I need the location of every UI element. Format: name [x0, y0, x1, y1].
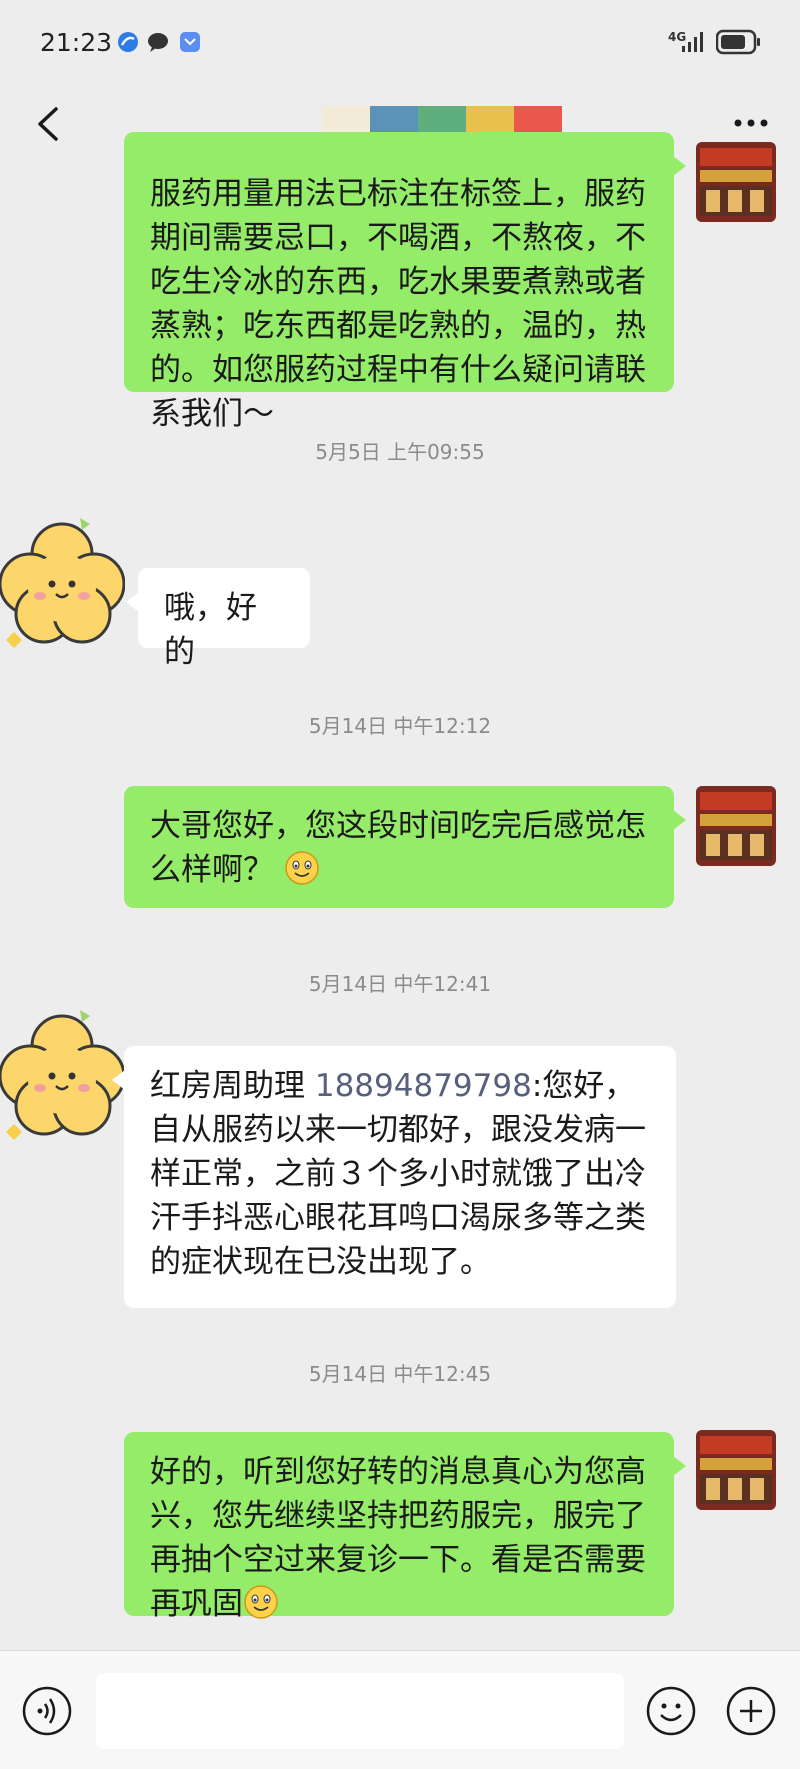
smile-emoji-icon	[244, 1585, 278, 1619]
timestamp: 5月5日 上午09:55	[315, 440, 485, 464]
shop-avatar[interactable]	[696, 142, 776, 222]
plus-icon[interactable]	[725, 1685, 777, 1737]
message-notification-icon	[148, 33, 168, 52]
timestamp: 5月14日 中午12:41	[308, 972, 492, 996]
flower-avatar-image	[0, 1010, 126, 1140]
message-bubble-received[interactable]: 红房周助理 18894879798:您好，自从服药以来一切都好，跟没发病一样正常…	[112, 1046, 676, 1308]
shop-avatar[interactable]	[696, 1430, 776, 1510]
phone-number-link[interactable]: 18894879798	[315, 1068, 532, 1104]
app-notification-icon	[180, 32, 200, 52]
signal-icon	[682, 32, 703, 52]
battery-icon	[716, 29, 760, 55]
message-bubble-sent[interactable]: 好的，听到您好转的消息真心为您高兴，您先继续坚持把药服完，服完了再抽个空过来复诊…	[124, 1432, 686, 1622]
shop-avatar-image	[696, 142, 776, 222]
message-text: 服药用量用法已标注在标签上，服药期间需要忌口，不喝酒，不熬夜，不吃生冷冰的东西，…	[150, 176, 646, 432]
timestamp: 5月14日 中午12:45	[308, 1362, 492, 1386]
emoji-icon[interactable]	[645, 1685, 697, 1737]
message-bubble-received[interactable]: 哦，好的	[126, 568, 310, 670]
flower-avatar-image	[0, 518, 126, 648]
smile-emoji-icon	[285, 851, 319, 885]
message-input-bar	[0, 1650, 800, 1769]
shop-avatar-image	[696, 786, 776, 866]
flower-avatar[interactable]	[0, 1006, 126, 1146]
back-arrow-icon[interactable]	[26, 96, 76, 156]
browser-notification-icon	[118, 32, 138, 52]
message-text: 好的，听到您好转的消息真心为您高兴，您先继续坚持把药服完，服完了再抽个空过来复诊…	[150, 1454, 646, 1622]
status-time: 21:23	[40, 28, 113, 57]
chat-message-list[interactable]: 服药用量用法已标注在标签上，服药期间需要忌口，不喝酒，不熬夜，不吃生冷冰的东西，…	[0, 132, 800, 1650]
message-text-input[interactable]	[96, 1673, 624, 1749]
sender-name: 红房周助理	[150, 1068, 315, 1104]
flower-avatar[interactable]	[0, 514, 126, 654]
message-bubble-sent[interactable]: 大哥您好，您这段时间吃完后感觉怎么样啊？	[124, 786, 686, 908]
shop-avatar-image	[696, 1430, 776, 1510]
message-bubble-sent[interactable]: 服药用量用法已标注在标签上，服药期间需要忌口，不喝酒，不熬夜，不吃生冷冰的东西，…	[124, 132, 686, 432]
shop-avatar[interactable]	[696, 786, 776, 866]
timestamp: 5月14日 中午12:12	[308, 714, 492, 738]
status-bar: 21:23 4G	[0, 0, 800, 90]
message-text: 大哥您好，您这段时间吃完后感觉怎么样啊？	[150, 808, 646, 888]
message-text: 哦，好的	[164, 590, 257, 670]
voice-icon[interactable]	[21, 1685, 73, 1737]
contact-title-redacted	[322, 98, 562, 138]
